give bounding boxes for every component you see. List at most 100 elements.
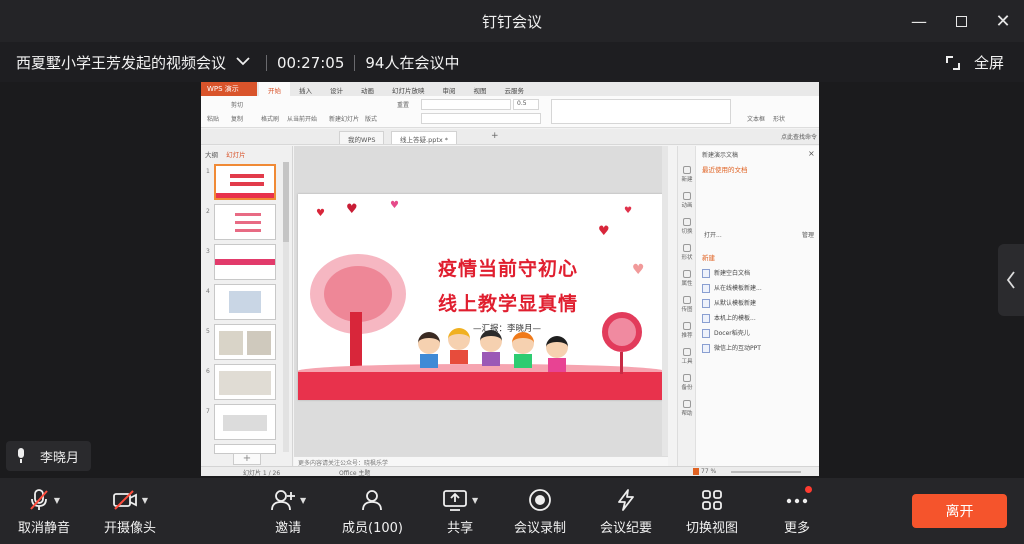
meeting-toolbar: ▼ 取消静音 ▼ 开摄像头 ▼ 邀请 成员(100) ▼ 共享 会议录制 会议纪… <box>0 478 1024 544</box>
camera-label: 开摄像头 <box>104 521 157 536</box>
close-icon[interactable]: ✕ <box>992 10 1014 32</box>
unmute-label: 取消静音 <box>18 521 71 536</box>
from-current-label: 从当前开始 <box>287 116 318 123</box>
wps-app-tab: WPS 演示 <box>201 82 257 96</box>
meeting-name[interactable]: 西夏墅小学王芳发起的视频会议 <box>16 52 226 73</box>
slide-thumbnail <box>214 404 276 440</box>
slide-thumbnail <box>214 364 276 400</box>
participants-status: 94人在会议中 <box>365 54 460 72</box>
new-option-item: 从默认模板新建 <box>702 298 756 308</box>
new-section-heading: 新建 <box>702 254 715 262</box>
lightning-icon <box>618 489 634 511</box>
wps-menu-item: 开始 <box>259 82 290 96</box>
paste-label: 粘贴 <box>207 116 220 123</box>
title-bar: 钉钉会议 — ✕ <box>0 0 1024 42</box>
chevron-left-icon <box>1006 271 1015 289</box>
search-command-label: 点此查找命令 <box>781 134 818 141</box>
user-icon <box>362 490 383 511</box>
child-body <box>514 354 532 368</box>
minimize-icon[interactable]: — <box>908 10 930 32</box>
slide-thumbnail-panel: 大纲 幻灯片 1 2 3 4 5 6 7 + <box>201 146 293 476</box>
slide-thumbnail <box>214 284 276 320</box>
window-title: 钉钉会议 <box>481 13 542 31</box>
screen-share-icon <box>443 490 467 511</box>
invite-button[interactable]: ▼ 邀请 <box>270 486 306 536</box>
more-button[interactable]: 更多 <box>784 486 810 536</box>
camera-button[interactable]: ▼ 开摄像头 <box>104 486 156 536</box>
heart-icon: ♥ <box>598 224 610 239</box>
wps-menu-item: 云服务 <box>504 87 525 95</box>
textbox-label: 文本框 <box>747 116 766 123</box>
cut-label: 剪切 <box>231 102 244 109</box>
share-button[interactable]: ▼ 共享 <box>442 486 478 536</box>
help-icon: 帮助 <box>681 400 693 417</box>
caret-down-icon: ▼ <box>141 495 149 505</box>
members-button[interactable]: 成员(100) <box>342 486 403 536</box>
notes-bar: 更多内容请关注公众号：晓枫乐学 <box>294 456 668 467</box>
fullscreen-icon <box>945 55 960 70</box>
record-label: 会议录制 <box>514 521 567 536</box>
child-body <box>548 358 566 372</box>
switch-view-button[interactable]: 切换视图 <box>686 486 738 536</box>
properties-icon: 属性 <box>681 270 693 287</box>
slide-thumbnail <box>214 164 276 200</box>
leave-button[interactable]: 离开 <box>912 494 1007 528</box>
task-pane-sidebar: 新建 动画 切换 形状 属性 传图 推荐 工具 备份 帮助 <box>678 146 696 466</box>
members-label: 成员(100) <box>342 521 403 536</box>
add-slide-icon: + <box>233 453 261 465</box>
shape-label: 形状 <box>773 116 786 123</box>
thumb-number: 3 <box>206 248 210 255</box>
fullscreen-button[interactable]: 全屏 <box>945 52 1004 73</box>
slide-thumbnail <box>214 244 276 280</box>
maximize-icon[interactable] <box>950 10 972 32</box>
child-figure <box>418 332 440 354</box>
tools-icon: 工具 <box>681 348 693 365</box>
layout-label: 版式 <box>365 116 378 123</box>
chevron-down-icon[interactable] <box>236 55 250 70</box>
minutes-button[interactable]: 会议纪要 <box>600 486 652 536</box>
zoom-slider <box>731 471 801 473</box>
animation-icon: 动画 <box>681 192 693 209</box>
recommend-icon: 推荐 <box>681 322 693 339</box>
unmute-button[interactable]: ▼ 取消静音 <box>18 486 70 536</box>
wps-doc-tabs: 我的WPS 线上答疑.pptx * + 点此查找命令 <box>201 129 819 145</box>
new-option-item: 新建空白文档 <box>702 268 750 278</box>
reset-label: 重置 <box>397 102 410 109</box>
new-option-item: 微信上的互动PPT <box>702 343 761 353</box>
task-pane: 新建 动画 切换 形状 属性 传图 推荐 工具 备份 帮助 新建演示文稿 × 最… <box>677 146 819 466</box>
thumb-number: 4 <box>206 288 210 295</box>
invite-label: 邀请 <box>275 521 302 536</box>
thumb-number: 6 <box>206 368 210 375</box>
side-panel-toggle[interactable] <box>998 244 1024 316</box>
child-figure <box>480 330 502 352</box>
theme-name: Office 主题 <box>339 470 371 476</box>
flower-stem <box>620 352 623 374</box>
wps-menu-item: 审阅 <box>442 87 456 95</box>
fullscreen-label: 全屏 <box>973 54 1004 72</box>
slide-title-line2: 线上教学显真情 <box>438 293 579 315</box>
shape-icon: 形状 <box>681 244 693 261</box>
current-slide: ♥ ♥ ♥ ♥ ♥ ♥ 疫情当前守初心 线上教学显真情 —汇报：李晓月— <box>298 194 664 400</box>
doc-tab-mywps: 我的WPS <box>339 131 385 144</box>
record-button[interactable]: 会议录制 <box>514 486 566 536</box>
slide-thumbnail <box>214 324 276 360</box>
caret-down-icon: ▼ <box>300 495 307 505</box>
new-option-item: 从在线模板新建... <box>702 283 762 293</box>
more-label: 更多 <box>784 521 811 536</box>
speaker-name: 李晓月 <box>40 450 80 466</box>
format-painter-label: 格式刷 <box>261 116 280 123</box>
add-tab-icon: + <box>491 131 499 141</box>
play-icon <box>693 468 699 475</box>
paragraph-group <box>551 99 731 124</box>
child-body <box>482 352 500 366</box>
copy-label: 复制 <box>231 116 244 123</box>
recent-docs-heading: 最近使用的文档 <box>702 166 748 174</box>
font-size-box: 0.5 <box>513 99 539 110</box>
wps-menu-item: 动画 <box>361 87 374 95</box>
record-icon <box>529 489 551 511</box>
mic-muted-icon <box>30 489 48 510</box>
wps-menu: 开始 插入 设计 动画 幻灯片放映 审阅 视图 云服务 <box>259 82 533 96</box>
task-pane-title: 新建演示文稿 <box>702 152 739 159</box>
divider <box>354 54 356 71</box>
active-speaker-badge: 李晓月 <box>6 441 92 471</box>
